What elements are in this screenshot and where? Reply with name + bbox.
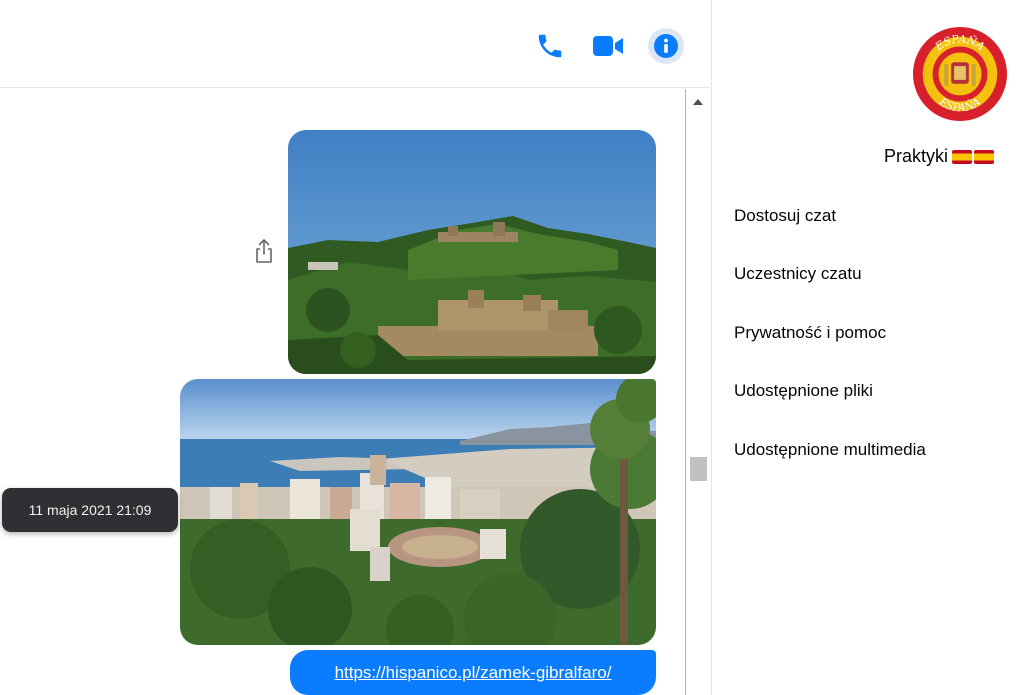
message-list-scrollbar[interactable]: [685, 89, 710, 695]
share-icon: [256, 239, 272, 263]
menu-shared-files[interactable]: Udostępnione pliki: [734, 381, 873, 401]
shared-link[interactable]: https://hispanico.pl/zamek-gibralfaro/: [335, 663, 612, 683]
chat-header: [0, 0, 710, 88]
messenger-window: 11 maja 2021 21:09 https://hispanico.pl/…: [0, 0, 1032, 695]
group-name: Praktyki: [884, 146, 995, 167]
shared-photo-castle[interactable]: [288, 130, 656, 374]
scroll-up-arrow-icon[interactable]: [693, 99, 703, 105]
voice-call-button[interactable]: [532, 28, 568, 64]
spain-flag-emoji: [952, 149, 995, 164]
video-camera-icon: [593, 36, 623, 56]
shared-photo-city-view[interactable]: [180, 379, 656, 645]
link-message-bubble[interactable]: https://hispanico.pl/zamek-gibralfaro/: [290, 650, 656, 695]
phone-icon: [538, 34, 562, 58]
city-panorama-image: [180, 379, 656, 645]
scrollbar-thumb[interactable]: [690, 457, 707, 481]
video-call-button[interactable]: [590, 28, 626, 64]
menu-privacy-support[interactable]: Prywatność i pomoc: [734, 323, 886, 343]
menu-chat-members[interactable]: Uczestnicy czatu: [734, 264, 862, 284]
message-timestamp-tooltip: 11 maja 2021 21:09: [2, 488, 178, 532]
info-icon: [654, 34, 678, 58]
conversation-info-button[interactable]: [648, 28, 684, 64]
group-avatar[interactable]: ESPAÑA ESPAÑA: [911, 25, 1009, 123]
menu-customize-chat[interactable]: Dostosuj czat: [734, 206, 836, 226]
menu-shared-media[interactable]: Udostępnione multimedia: [734, 440, 926, 460]
conversation-info-panel: ESPAÑA ESPAÑA Praktyki Dostosuj czat Ucz…: [711, 0, 1032, 695]
group-name-text: Praktyki: [884, 146, 949, 166]
share-button[interactable]: [254, 238, 274, 264]
castle-hill-image: [288, 130, 656, 374]
